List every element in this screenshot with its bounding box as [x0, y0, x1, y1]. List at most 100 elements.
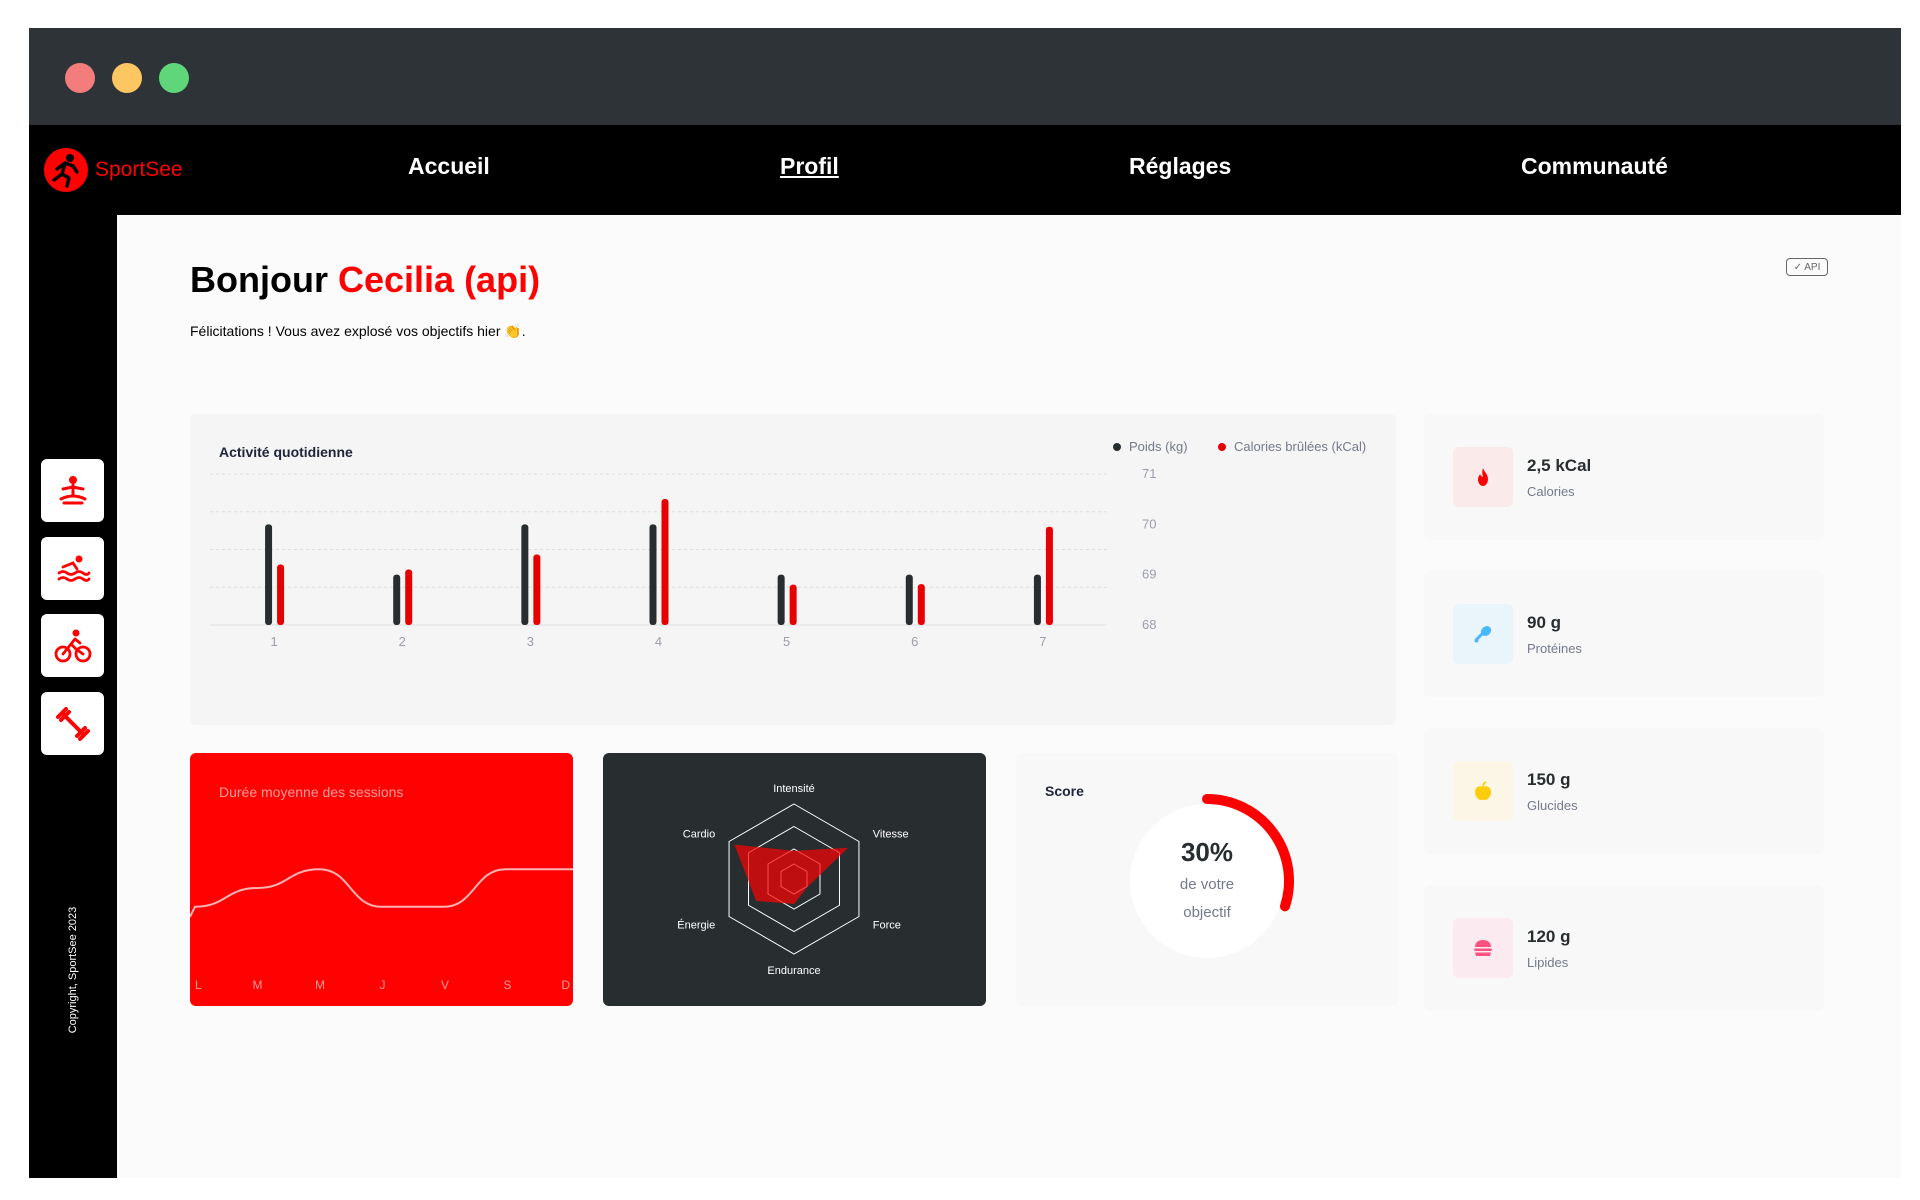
weight-bar — [393, 574, 401, 625]
calorie-bar — [917, 584, 925, 625]
kpi-value: 120 g — [1527, 927, 1571, 946]
calorie-bar — [277, 564, 285, 625]
sidebar-swimming-button[interactable] — [41, 537, 104, 600]
calorie-bar — [661, 499, 669, 625]
radar-axis-label: Énergie — [677, 919, 715, 932]
calorie-bar — [405, 569, 413, 625]
greeting-message: Félicitations ! Vous avez explosé vos ob… — [190, 323, 526, 339]
radar-axis-label: Endurance — [767, 965, 820, 977]
y-tick-label: 69 — [1142, 567, 1156, 582]
nav-accueil[interactable]: Accueil — [408, 153, 490, 180]
kpi-label: Glucides — [1527, 798, 1578, 813]
sessions-day-label: L — [195, 978, 202, 992]
kpi-label: Protéines — [1527, 641, 1582, 656]
kpi-icon-box — [1453, 604, 1513, 664]
greeting-title: Bonjour Cecilia (api) — [190, 259, 540, 301]
drumstick-icon — [1474, 626, 1492, 643]
weight-bar — [521, 524, 529, 625]
sessions-day-label: V — [441, 978, 449, 992]
y-tick-label: 71 — [1142, 466, 1156, 481]
copyright-text: Copyright, SportSee 2023 — [67, 906, 79, 1034]
y-tick-label: 68 — [1142, 617, 1156, 632]
sessions-day-label: J — [380, 978, 386, 992]
x-tick-label: 1 — [270, 634, 277, 649]
main-content: Bonjour Cecilia (api) Félicitations ! Vo… — [117, 215, 1901, 1178]
logo-text: SportSee — [95, 158, 183, 181]
flame-icon — [1478, 468, 1488, 486]
kpi-label: Lipides — [1527, 955, 1569, 970]
kpi-value: 150 g — [1527, 770, 1571, 789]
performance-radar-card: Intensité Vitesse Force Endurance Énergie Car… — [603, 753, 986, 1006]
weight-bar — [265, 524, 273, 625]
apple-icon — [1475, 781, 1491, 800]
kpi-icon-box — [1453, 918, 1513, 978]
cycling-icon — [54, 629, 91, 662]
activity-chart-card: Activité quotidienne Poids (kg) Calories… — [190, 414, 1396, 725]
sessions-line — [190, 868, 573, 918]
kpi-icon-box — [1453, 447, 1513, 507]
swimming-icon — [57, 555, 90, 582]
left-sidebar: Copyright, SportSee 2023 — [29, 215, 117, 1178]
x-tick-label: 2 — [399, 634, 406, 649]
greeting-prefix: Bonjour — [190, 259, 328, 300]
calorie-bar — [1045, 526, 1053, 625]
performance-radar-chart: Intensité Vitesse Force Endurance Énergie Car… — [677, 783, 909, 977]
api-badge[interactable]: ✓ API — [1786, 258, 1828, 276]
weight-bar — [905, 574, 913, 625]
score-caption-line2: objectif — [1183, 904, 1231, 921]
x-tick-label: 5 — [783, 634, 790, 649]
radar-axis-label: Vitesse — [873, 829, 909, 841]
kpi-value: 2,5 kCal — [1527, 456, 1592, 475]
kpi-label: Calories — [1527, 484, 1575, 499]
radar-axis-label: Intensité — [773, 783, 815, 795]
sessions-day-label: S — [503, 978, 511, 992]
kpi-card-proteines: 90 g Protéines — [1424, 571, 1824, 697]
calorie-bar — [533, 554, 541, 625]
sidebar-yoga-button[interactable] — [41, 459, 104, 522]
nav-communaute[interactable]: Communauté — [1521, 153, 1668, 180]
sidebar-cycling-button[interactable] — [41, 614, 104, 677]
score-caption-line1: de votre — [1180, 876, 1234, 893]
weight-bar — [777, 574, 785, 625]
y-tick-label: 70 — [1142, 516, 1156, 531]
window-titlebar — [29, 28, 1901, 125]
top-navigation: SportSee Accueil Profil Réglages Communa… — [29, 125, 1901, 215]
calorie-bar — [789, 584, 797, 625]
sessions-chart-card: Durée moyenne des sessions LMMJVSD — [190, 753, 573, 1006]
x-tick-label: 6 — [911, 634, 918, 649]
nav-reglages[interactable]: Réglages — [1129, 153, 1231, 180]
kpi-card-lipides: 120 g Lipides — [1424, 885, 1824, 1011]
browser-window: SportSee Accueil Profil Réglages Communa… — [29, 28, 1901, 1178]
radar-axis-label: Cardio — [683, 829, 715, 841]
sidebar-dumbbell-button[interactable] — [41, 692, 104, 755]
kpi-card-calories: 2,5 kCal Calories — [1424, 414, 1824, 540]
yoga-icon — [59, 475, 86, 504]
runner-logo-icon — [44, 148, 88, 192]
x-tick-label: 3 — [527, 634, 534, 649]
x-tick-label: 4 — [655, 634, 662, 649]
score-value: 30% — [1181, 837, 1233, 867]
x-tick-label: 7 — [1039, 634, 1046, 649]
radar-data-area — [734, 844, 849, 904]
kpi-value: 90 g — [1527, 613, 1562, 632]
weight-bar — [649, 524, 657, 625]
score-card: Score 30% de votre objectif — [1016, 753, 1398, 1006]
weight-bar — [1033, 574, 1041, 625]
nav-profil[interactable]: Profil — [780, 153, 839, 180]
radar-axis-label: Force — [873, 920, 901, 932]
minimize-window-button[interactable] — [112, 63, 142, 93]
sessions-day-label: M — [253, 978, 263, 992]
sessions-line-chart: LMMJVSD — [190, 868, 573, 992]
sessions-day-label: M — [315, 978, 325, 992]
kpi-card-glucides: 150 g Glucides — [1424, 728, 1824, 854]
close-window-button[interactable] — [65, 63, 95, 93]
kpi-icon-box — [1453, 761, 1513, 821]
maximize-window-button[interactable] — [159, 63, 189, 93]
burger-icon — [1474, 940, 1492, 956]
sessions-day-label: D — [561, 978, 570, 992]
sportsee-logo[interactable]: SportSee — [43, 147, 183, 193]
dumbbell-icon — [55, 706, 90, 741]
activity-bar-chart: 68 69 70 71 1 2 3 4 5 6 7 — [210, 466, 1156, 649]
user-name: Cecilia (api) — [338, 259, 541, 300]
score-radial-chart: 30% de votre objectif — [1130, 794, 1294, 958]
